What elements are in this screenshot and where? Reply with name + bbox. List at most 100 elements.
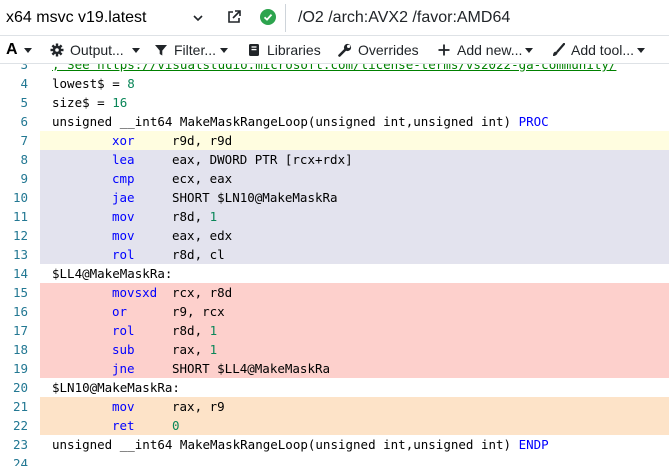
code-line[interactable]: 21 mov rax, r9 — [0, 397, 669, 416]
instruction-operands: r8d, — [172, 209, 210, 224]
code-line[interactable]: 6 unsigned __int64 MakeMaskRangeLoop(unsi… — [0, 112, 669, 131]
filter-icon — [155, 45, 167, 56]
assign-operator: = — [104, 76, 128, 91]
plus-icon — [438, 44, 450, 56]
caret-down-icon — [637, 48, 645, 53]
code-line[interactable]: 24 — [0, 454, 669, 466]
number-literal: 1 — [209, 209, 218, 224]
code-line[interactable]: 7 xor r9d, r9d — [0, 131, 669, 150]
code-text: mov r8d, 1 — [52, 207, 217, 226]
caret-down-icon — [132, 48, 140, 53]
proc-keyword: ENDP — [518, 437, 549, 452]
line-number: 7 — [0, 131, 40, 150]
code-line[interactable]: 3 ; See https://visualstudio.microsoft.co… — [0, 64, 669, 74]
code-text: mov rax, r9 — [52, 397, 225, 416]
line-number: 8 — [0, 150, 40, 169]
asm-label: $LN10@MakeMaskRa: — [52, 380, 180, 395]
instruction-operands: rax, — [172, 342, 210, 357]
code-text: jae SHORT $LN10@MakeMaskRa — [52, 188, 338, 207]
code-text: cmp ecx, eax — [52, 169, 232, 188]
code-line[interactable]: 15 movsxd rcx, r8d — [0, 283, 669, 302]
add-tool-dropdown[interactable]: Add tool... — [551, 39, 661, 61]
add-new-dropdown[interactable]: Add new... — [437, 39, 533, 61]
instruction-operands: r9d, r9d — [172, 133, 233, 148]
line-number: 15 — [0, 283, 40, 302]
code-line[interactable]: 18 sub rax, 1 — [0, 340, 669, 359]
code-text: unsigned __int64 MakeMaskRangeLoop(unsig… — [52, 112, 549, 131]
code-line[interactable]: 10 jae SHORT $LN10@MakeMaskRa — [0, 188, 669, 207]
proc-keyword: PROC — [518, 114, 549, 129]
assign-operator: = — [89, 95, 113, 110]
font-size-label: A — [6, 41, 18, 58]
code-line[interactable]: 19 jne SHORT $LL4@MakeMaskRa — [0, 359, 669, 378]
instruction-operands: SHORT $LL4@MakeMaskRa — [172, 361, 331, 376]
font-size-button[interactable]: A — [6, 39, 34, 61]
output-dropdown[interactable]: Output... — [50, 39, 140, 61]
filter-label: Filter... — [174, 42, 217, 58]
code-text: ; See https://visualstudio.microsoft.com… — [52, 64, 616, 74]
code-line[interactable]: 13 rol r8d, cl — [0, 245, 669, 264]
comment-text: ; See https://visualstudio.microsoft.com… — [52, 64, 617, 72]
proc-signature: unsigned __int64 MakeMaskRangeLoop(unsig… — [52, 437, 519, 452]
libraries-button[interactable]: Libraries — [247, 39, 321, 61]
assembly-output-editor[interactable]: 3 ; See https://visualstudio.microsoft.co… — [0, 64, 669, 466]
code-text: movsxd rcx, r8d — [52, 283, 232, 302]
code-line[interactable]: 22 ret 0 — [0, 416, 669, 435]
add-tool-label: Add tool... — [571, 42, 635, 58]
instruction-operands: rcx, r8d — [172, 285, 233, 300]
number-literal: 1 — [209, 342, 218, 357]
line-number: 5 — [0, 93, 40, 112]
code-line[interactable]: 5 size$ = 16 — [0, 93, 669, 112]
libraries-label: Libraries — [267, 42, 321, 58]
code-line[interactable]: 9 cmp ecx, eax — [0, 169, 669, 188]
compiler-options-input[interactable] — [285, 4, 669, 32]
code-line[interactable]: 23 unsigned __int64 MakeMaskRangeLoop(uns… — [0, 435, 669, 454]
compile-status-ok-icon[interactable] — [260, 9, 276, 25]
code-line[interactable]: 4 lowest$ = 8 — [0, 74, 669, 93]
code-line[interactable]: 14 $LL4@MakeMaskRa: — [0, 264, 669, 283]
code-text: $LN10@MakeMaskRa: — [52, 378, 180, 397]
instruction-operands: r9, rcx — [172, 304, 225, 319]
asm-label: $LL4@MakeMaskRa: — [52, 266, 173, 281]
instruction-mnemonic: sub — [112, 342, 135, 357]
code-line[interactable]: 20 $LN10@MakeMaskRa: — [0, 378, 669, 397]
line-number: 16 — [0, 302, 40, 321]
line-number: 17 — [0, 321, 40, 340]
instruction-mnemonic: or — [112, 304, 128, 319]
line-number: 22 — [0, 416, 40, 435]
instruction-operands: ecx, eax — [172, 171, 233, 186]
filter-dropdown[interactable]: Filter... — [154, 39, 230, 61]
line-number: 18 — [0, 340, 40, 359]
caret-down-icon — [24, 48, 32, 53]
code-text: lowest$ = 8 — [52, 74, 135, 93]
instruction-operands: eax, edx — [172, 228, 233, 243]
instruction-operands: SHORT $LN10@MakeMaskRa — [172, 190, 338, 205]
line-number: 9 — [0, 169, 40, 188]
code-text: unsigned __int64 MakeMaskRangeLoop(unsig… — [52, 435, 549, 454]
instruction-mnemonic: rol — [112, 323, 135, 338]
code-line[interactable]: 8 lea eax, DWORD PTR [rcx+rdx] — [0, 150, 669, 169]
book-icon — [249, 44, 259, 56]
instruction-operands: rax, r9 — [172, 399, 225, 414]
popout-icon[interactable] — [226, 9, 242, 25]
code-text: rol r8d, cl — [52, 245, 225, 264]
code-line[interactable]: 16 or r9, rcx — [0, 302, 669, 321]
brush-icon — [553, 43, 565, 56]
line-number: 23 — [0, 435, 40, 454]
code-text: jne SHORT $LL4@MakeMaskRa — [52, 359, 330, 378]
compiler-select[interactable]: x64 msvc v19.latest — [6, 5, 218, 31]
caret-down-icon — [525, 48, 533, 53]
code-line[interactable]: 17 rol r8d, 1 — [0, 321, 669, 340]
instruction-mnemonic: movsxd — [112, 285, 158, 300]
overrides-button[interactable]: Overrides — [338, 39, 420, 61]
instruction-mnemonic: lea — [112, 152, 135, 167]
line-number: 19 — [0, 359, 40, 378]
instruction-mnemonic: cmp — [112, 171, 135, 186]
code-line[interactable]: 11 mov r8d, 1 — [0, 207, 669, 226]
code-line[interactable]: 12 mov eax, edx — [0, 226, 669, 245]
line-number: 24 — [0, 454, 40, 466]
instruction-mnemonic: jne — [112, 361, 135, 376]
symbol-name: lowest$ — [52, 76, 105, 91]
line-number: 12 — [0, 226, 40, 245]
line-number: 11 — [0, 207, 40, 226]
